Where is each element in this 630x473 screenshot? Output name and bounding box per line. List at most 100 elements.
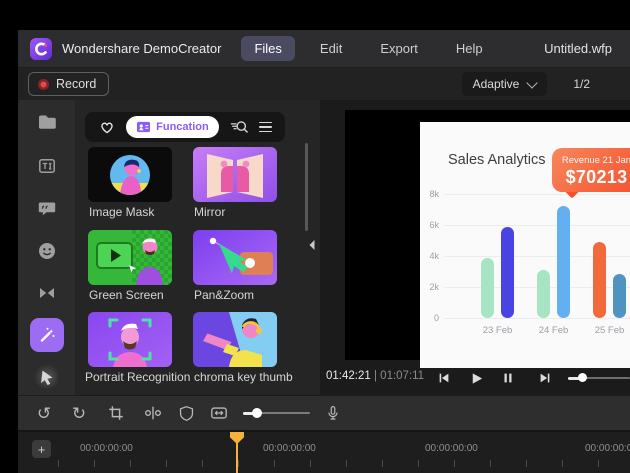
- effect-thumbnail-chroma-key: [193, 312, 277, 367]
- effect-thumbnail-pan-zoom: [193, 230, 277, 285]
- record-label: Record: [56, 77, 96, 91]
- pause-button[interactable]: [496, 366, 520, 390]
- chart-bar: [537, 270, 550, 318]
- page-indicator: 1/2: [573, 77, 590, 91]
- search-icon[interactable]: [229, 118, 249, 136]
- crop-icon: [107, 404, 125, 422]
- timeline-zoom-slider[interactable]: [243, 412, 310, 414]
- chart-bar: [613, 274, 626, 318]
- effect-card-chroma-key[interactable]: [193, 312, 277, 367]
- effect-card-green-screen[interactable]: [88, 230, 172, 285]
- category-tab-funcation[interactable]: Funcation: [126, 116, 219, 138]
- ruler-label: 00:00:00:00: [425, 443, 478, 454]
- chart-ytick-label: 2k: [420, 282, 439, 292]
- sidebar-item-annotations[interactable]: [30, 192, 64, 226]
- chart-ytick-label: 8k: [420, 189, 439, 199]
- undo-button[interactable]: ↺: [32, 401, 56, 425]
- document-name: Untitled.wfp: [544, 41, 618, 56]
- chart-xtick-label: 23 Feb: [476, 325, 520, 336]
- fit-window-icon: [209, 404, 229, 422]
- ruler-label: 00:00:00:00: [263, 443, 316, 454]
- mask-button[interactable]: [174, 401, 198, 425]
- resolution-value: Adaptive: [473, 77, 520, 91]
- add-track-button[interactable]: +: [32, 440, 51, 458]
- sidebar-item-text[interactable]: [30, 149, 64, 183]
- chart-tooltip-value: $70213: [552, 167, 630, 188]
- volume-slider[interactable]: [568, 377, 630, 379]
- chart-bar: [481, 258, 494, 318]
- record-button[interactable]: Record: [28, 72, 109, 96]
- play-button[interactable]: [464, 366, 488, 390]
- record-dot-icon: [38, 79, 49, 90]
- effect-card-portrait-recognition[interactable]: [88, 312, 172, 367]
- volume-knob[interactable]: [578, 373, 587, 382]
- timeline-playhead[interactable]: [230, 432, 244, 473]
- sidebar: [18, 100, 75, 395]
- chart-tooltip: Revenue 21 Jan $70213: [552, 148, 630, 192]
- skip-forward-button[interactable]: [533, 366, 557, 390]
- duration: 01:07:11: [380, 370, 424, 382]
- sidebar-item-media[interactable]: [30, 105, 64, 139]
- chevron-left-icon: [308, 239, 316, 251]
- redo-button[interactable]: ↻: [67, 401, 91, 425]
- timeline: + 00:00:00:00 00:00:00:00 00:00:00:00 00…: [18, 430, 630, 473]
- microphone-button[interactable]: [321, 401, 345, 425]
- effect-card-pan-zoom[interactable]: [193, 230, 277, 285]
- skip-back-button[interactable]: [432, 366, 456, 390]
- menu-export[interactable]: Export: [367, 36, 431, 61]
- timeline-ruler-ticks[interactable]: [58, 460, 630, 467]
- sidebar-item-transitions[interactable]: [30, 276, 64, 310]
- chart-ytick-label: 0: [420, 313, 439, 323]
- playhead-line: [236, 442, 238, 473]
- quick-toolbar: Record Adaptive 1/2: [18, 68, 630, 100]
- ruler-label: 00:00:00:00: [585, 443, 630, 454]
- app-title: Wondershare DemoCreator: [62, 41, 221, 56]
- menu-edit[interactable]: Edit: [307, 36, 355, 61]
- effect-label-green-screen: Green Screen: [89, 288, 164, 302]
- effects-panel: Funcation: [75, 100, 320, 395]
- panel-scrollbar[interactable]: [305, 143, 308, 231]
- skip-back-icon: [437, 371, 451, 385]
- timecode: 01:42:21 | 01:07:11: [326, 370, 424, 382]
- undo-icon: ↺: [37, 405, 51, 422]
- effect-label-portrait-recognition: Portrait Recognition: [85, 370, 190, 384]
- sidebar-item-effects[interactable]: [30, 318, 64, 352]
- sidebar-item-cursor-effects[interactable]: [30, 360, 64, 394]
- chart-tooltip-label: Revenue 21 Jan: [552, 155, 630, 166]
- chart-title: Sales Analytics: [448, 152, 546, 168]
- effect-thumbnail-portrait-recognition: [88, 312, 172, 367]
- effect-card-mirror[interactable]: [193, 147, 277, 202]
- chart-ytick-label: 6k: [420, 220, 439, 230]
- effect-thumbnail-image-mask: [88, 147, 172, 202]
- resolution-dropdown[interactable]: Adaptive: [462, 72, 548, 96]
- split-icon: [144, 404, 162, 422]
- chart-gridline: [444, 225, 630, 226]
- crop-button[interactable]: [104, 401, 128, 425]
- chart-gridline: [444, 194, 630, 195]
- effect-label-mirror: Mirror: [194, 205, 225, 219]
- heart-icon[interactable]: [98, 118, 116, 136]
- menu-help[interactable]: Help: [443, 36, 496, 61]
- effect-card-image-mask[interactable]: [88, 147, 172, 202]
- cursor-glow: [34, 364, 60, 390]
- chart-bar: [501, 227, 514, 318]
- panel-collapse-handle[interactable]: [305, 236, 319, 254]
- sidebar-item-stickers[interactable]: [30, 234, 64, 268]
- playback-bar: 01:42:21 | 01:07:11: [320, 360, 630, 395]
- hamburger-menu-icon[interactable]: [259, 122, 272, 133]
- democreator-logo-icon: [30, 38, 52, 60]
- timeline-zoom-knob[interactable]: [252, 408, 262, 418]
- menu-files[interactable]: Files: [241, 36, 294, 61]
- fit-window-button[interactable]: [207, 401, 231, 425]
- effect-label-image-mask: Image Mask: [89, 205, 154, 219]
- effect-label-pan-zoom: Pan&Zoom: [194, 288, 254, 302]
- chart-xtick-label: 24 Feb: [532, 325, 576, 336]
- transition-icon: [37, 283, 57, 303]
- split-button[interactable]: [141, 401, 165, 425]
- pause-icon: [501, 371, 515, 385]
- edit-toolbar: ↺ ↻: [18, 395, 630, 430]
- effect-thumbnail-green-screen: [88, 230, 172, 285]
- effect-thumbnail-mirror: [193, 147, 277, 202]
- redo-icon: ↻: [72, 405, 86, 422]
- chevron-down-icon: [527, 77, 538, 88]
